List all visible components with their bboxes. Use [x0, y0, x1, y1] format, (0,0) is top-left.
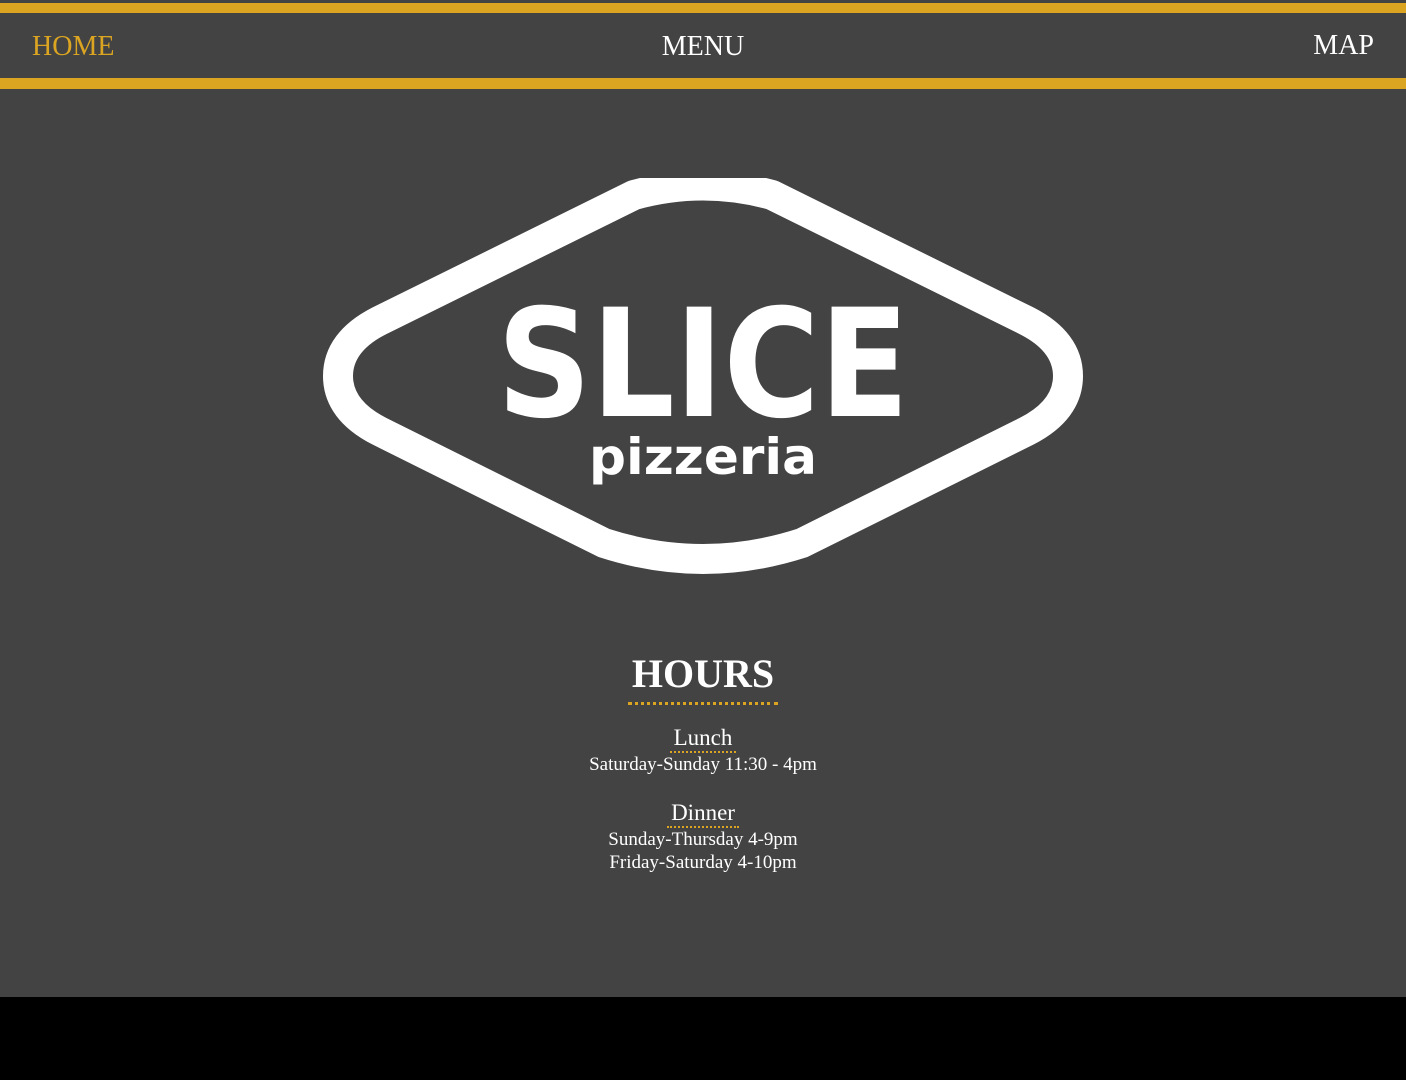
nav-home-link[interactable]: HOME	[32, 29, 114, 65]
slice-pizzeria-logo: SLICE pizzeria	[322, 178, 1084, 578]
main-navigation: HOME MENU MAP	[0, 13, 1406, 78]
hours-title: HOURS	[627, 650, 779, 705]
dinner-hours-line: Friday-Saturday 4-10pm	[609, 852, 797, 873]
dinner-heading: Dinner	[667, 800, 739, 828]
dinner-hours: Dinner Sunday-Thursday 4-9pm Friday-Satu…	[0, 800, 1406, 874]
hours-section: HOURS Lunch Saturday-Sunday 11:30 - 4pm …	[0, 650, 1406, 874]
page: HOME MENU MAP SLICE pizzeria HOURS Lunch…	[0, 0, 1406, 997]
top-accent-stripe	[0, 3, 1406, 13]
lunch-hours: Lunch Saturday-Sunday 11:30 - 4pm	[0, 725, 1406, 776]
lunch-heading: Lunch	[669, 725, 737, 753]
nav-menu-container: MENU	[0, 29, 1406, 65]
nav-map-link[interactable]: MAP	[1313, 28, 1374, 64]
footer-bar	[0, 997, 1406, 1080]
dinner-hours-line: Sunday-Thursday 4-9pm	[608, 829, 798, 850]
nav-menu-link[interactable]: MENU	[662, 31, 744, 62]
bottom-accent-stripe	[0, 78, 1406, 89]
logo-title: SLICE	[497, 278, 909, 452]
logo-emblem: SLICE pizzeria	[323, 178, 1083, 574]
lunch-hours-line: Saturday-Sunday 11:30 - 4pm	[589, 754, 817, 775]
logo-subtitle: pizzeria	[589, 428, 817, 486]
